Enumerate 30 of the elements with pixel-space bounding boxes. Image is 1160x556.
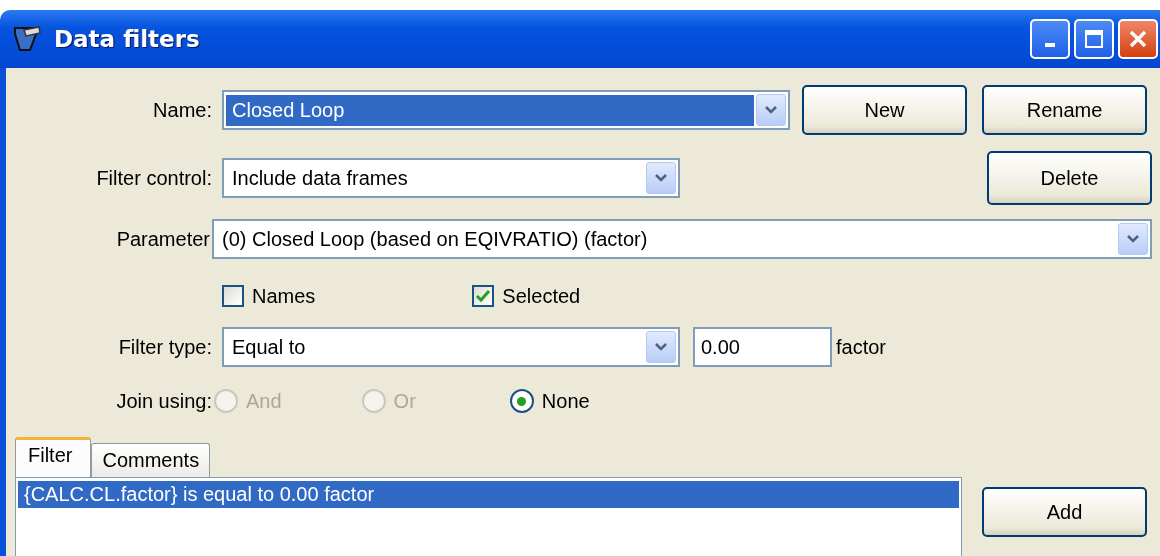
field-label: Filter control: bbox=[95, 166, 212, 190]
delete-button[interactable]: Delete bbox=[987, 151, 1152, 205]
new-button[interactable]: New bbox=[802, 85, 967, 135]
value-input[interactable]: 0.00 bbox=[693, 327, 832, 367]
filter-control-dropdown[interactable]: Include data frames bbox=[222, 158, 680, 198]
checkbox[interactable]: Selected bbox=[472, 284, 581, 308]
radio-button[interactable]: None bbox=[509, 389, 590, 413]
maximize-button[interactable] bbox=[1074, 19, 1114, 59]
close-icon bbox=[1127, 28, 1149, 50]
checkmark-icon bbox=[474, 287, 493, 305]
field-label: Filter type: bbox=[117, 335, 212, 359]
minimize-icon bbox=[1045, 43, 1055, 47]
field-label: Join using: bbox=[115, 389, 212, 413]
minimize-button[interactable] bbox=[1030, 19, 1070, 59]
checkbox[interactable]: Names bbox=[222, 284, 316, 308]
tab[interactable]: Comments bbox=[91, 443, 211, 477]
add-button[interactable]: Add bbox=[982, 487, 1147, 537]
rename-button[interactable]: Rename bbox=[982, 85, 1147, 135]
list-item[interactable]: {CALC.CL.factor} is equal to 0.00 factor bbox=[18, 481, 959, 508]
filter-icon bbox=[12, 24, 42, 54]
parameter-dropdown[interactable]: (0) Closed Loop (based on EQIVRATIO) (factor) bbox=[212, 219, 1152, 259]
name-dropdown[interactable]: Closed Loop bbox=[222, 90, 790, 130]
window-title: Data filters bbox=[54, 26, 200, 52]
maximize-icon bbox=[1084, 29, 1104, 49]
field-label: Name: bbox=[152, 98, 212, 122]
close-button[interactable] bbox=[1118, 19, 1158, 59]
unit-label: factor bbox=[836, 335, 887, 359]
field-label: Parameter bbox=[115, 227, 210, 251]
filter-type-dropdown[interactable]: Equal to bbox=[222, 327, 680, 367]
tab[interactable]: Filter bbox=[15, 437, 92, 477]
